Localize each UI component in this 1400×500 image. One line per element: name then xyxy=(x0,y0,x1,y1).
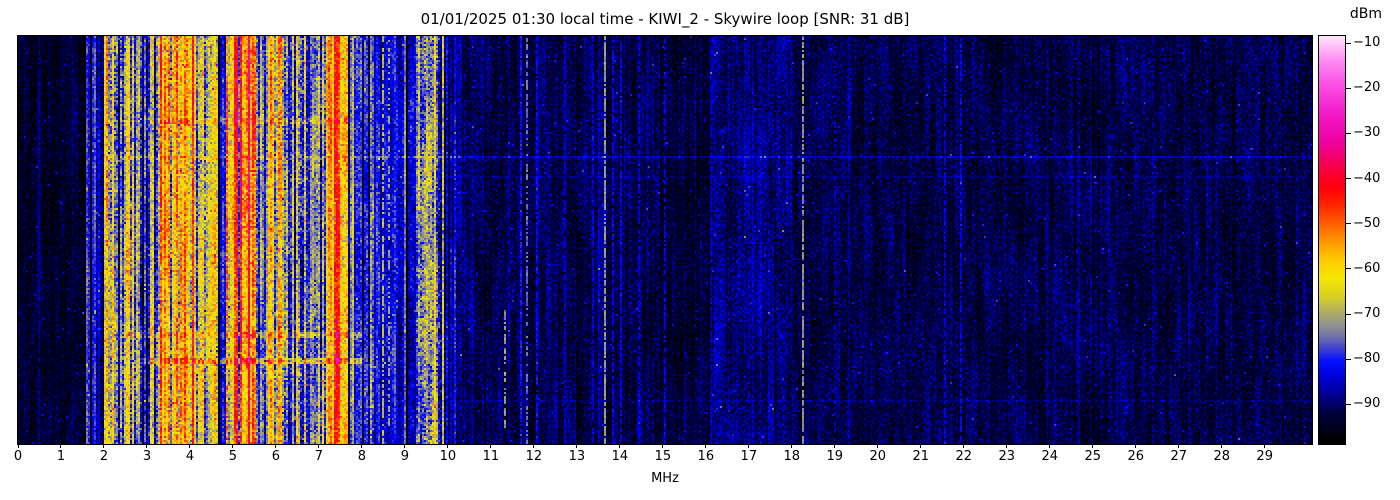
x-tick-mark xyxy=(662,444,663,448)
x-tick-mark xyxy=(748,444,749,448)
x-tick-label: 21 xyxy=(904,449,938,464)
x-tick-mark xyxy=(1006,444,1007,448)
x-tick-mark xyxy=(1135,444,1136,448)
x-tick-mark xyxy=(1178,444,1179,448)
x-tick-mark xyxy=(834,444,835,448)
x-tick-mark xyxy=(619,444,620,448)
x-tick-mark xyxy=(318,444,319,448)
x-tick-label: 5 xyxy=(216,449,250,464)
x-tick-label: 24 xyxy=(1033,449,1067,464)
x-tick-mark xyxy=(1049,444,1050,448)
colorbar-tick-mark xyxy=(1346,223,1351,224)
colorbar-tick-mark xyxy=(1346,133,1351,134)
colorbar-tick-label: −10 xyxy=(1353,35,1393,50)
x-tick-mark xyxy=(576,444,577,448)
x-tick-mark xyxy=(447,444,448,448)
x-tick-mark xyxy=(877,444,878,448)
x-tick-mark xyxy=(103,444,104,448)
colorbar-tick-label: −30 xyxy=(1353,125,1393,140)
x-tick-label: 20 xyxy=(861,449,895,464)
x-tick-label: 3 xyxy=(130,449,164,464)
x-tick-label: 12 xyxy=(517,449,551,464)
x-tick-label: 2 xyxy=(87,449,121,464)
x-tick-label: 0 xyxy=(1,449,35,464)
x-tick-mark xyxy=(705,444,706,448)
x-tick-label: 4 xyxy=(173,449,207,464)
colorbar-tick-mark xyxy=(1346,178,1351,179)
x-axis-label: MHz xyxy=(18,471,1312,486)
x-tick-label: 14 xyxy=(603,449,637,464)
x-tick-mark xyxy=(146,444,147,448)
x-tick-mark xyxy=(232,444,233,448)
x-tick-label: 13 xyxy=(560,449,594,464)
x-tick-mark xyxy=(404,444,405,448)
x-tick-label: 27 xyxy=(1162,449,1196,464)
x-tick-label: 17 xyxy=(732,449,766,464)
x-tick-mark xyxy=(1264,444,1265,448)
x-tick-mark xyxy=(60,444,61,448)
spectrogram-canvas xyxy=(18,36,1312,444)
x-tick-label: 8 xyxy=(345,449,379,464)
x-tick-label: 26 xyxy=(1119,449,1153,464)
spectrogram-figure: 01/01/2025 01:30 local time - KIWI_2 - S… xyxy=(0,0,1400,500)
colorbar-tick-label: −60 xyxy=(1353,261,1393,276)
x-tick-label: 1 xyxy=(44,449,78,464)
colorbar-tick-mark xyxy=(1346,404,1351,405)
x-tick-mark xyxy=(791,444,792,448)
x-tick-label: 22 xyxy=(947,449,981,464)
x-tick-label: 28 xyxy=(1205,449,1239,464)
x-tick-mark xyxy=(963,444,964,448)
x-tick-mark xyxy=(361,444,362,448)
x-tick-label: 11 xyxy=(474,449,508,464)
colorbar-gradient-canvas xyxy=(1319,36,1345,444)
colorbar-tick-label: −40 xyxy=(1353,171,1393,186)
x-tick-label: 29 xyxy=(1248,449,1282,464)
colorbar-tick-mark xyxy=(1346,43,1351,44)
x-tick-mark xyxy=(275,444,276,448)
colorbar-tick-label: −80 xyxy=(1353,351,1393,366)
chart-title: 01/01/2025 01:30 local time - KIWI_2 - S… xyxy=(18,10,1312,28)
x-tick-label: 7 xyxy=(302,449,336,464)
colorbar-tick-label: −50 xyxy=(1353,216,1393,231)
x-tick-label: 23 xyxy=(990,449,1024,464)
x-tick-label: 16 xyxy=(689,449,723,464)
x-tick-label: 9 xyxy=(388,449,422,464)
colorbar-tick-mark xyxy=(1346,268,1351,269)
x-tick-mark xyxy=(920,444,921,448)
colorbar-unit-label: dBm xyxy=(1336,6,1396,22)
x-tick-mark xyxy=(18,444,19,448)
x-tick-label: 18 xyxy=(775,449,809,464)
x-tick-label: 25 xyxy=(1076,449,1110,464)
colorbar-tick-label: −20 xyxy=(1353,80,1393,95)
x-tick-label: 10 xyxy=(431,449,465,464)
x-tick-mark xyxy=(533,444,534,448)
x-tick-mark xyxy=(189,444,190,448)
colorbar-tick-label: −90 xyxy=(1353,396,1393,411)
colorbar-tick-label: −70 xyxy=(1353,306,1393,321)
x-tick-mark xyxy=(490,444,491,448)
colorbar-tick-mark xyxy=(1346,88,1351,89)
x-tick-label: 19 xyxy=(818,449,852,464)
x-tick-label: 6 xyxy=(259,449,293,464)
colorbar-tick-mark xyxy=(1346,359,1351,360)
plot-frame xyxy=(17,35,1313,445)
x-tick-mark xyxy=(1092,444,1093,448)
colorbar-tick-mark xyxy=(1346,314,1351,315)
x-tick-mark xyxy=(1221,444,1222,448)
x-tick-label: 15 xyxy=(646,449,680,464)
colorbar xyxy=(1318,35,1346,445)
